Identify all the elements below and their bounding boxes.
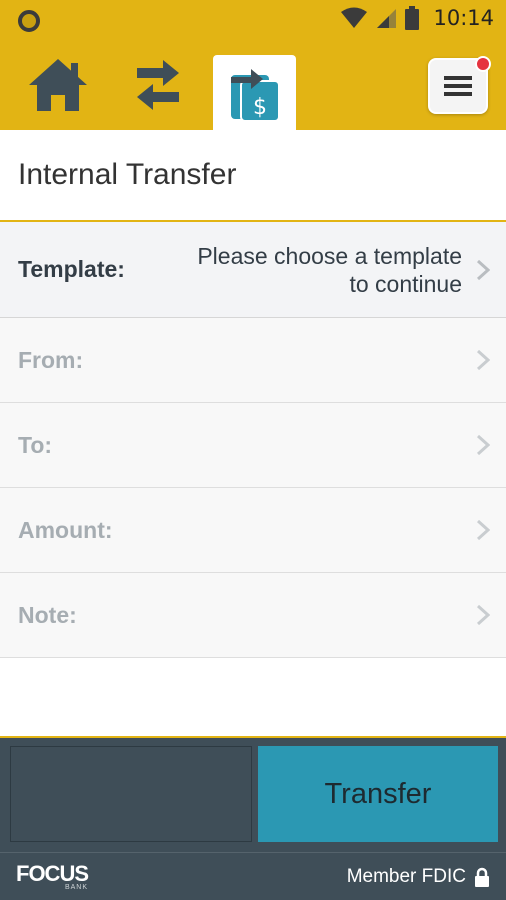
nav-transfer-button[interactable]: $ (213, 55, 296, 130)
note-label: Note: (18, 601, 77, 628)
empty-action-slot (10, 746, 252, 842)
notification-badge (475, 56, 491, 72)
wifi-icon (341, 7, 368, 28)
fdic-notice: Member FDIC (347, 866, 490, 888)
swap-arrows-icon (137, 60, 179, 110)
chevron-right-icon (476, 349, 490, 371)
nav-menu-button[interactable] (428, 56, 491, 114)
amount-label: Amount: (18, 516, 113, 543)
focus-bank-logo: FOCUS BANK (16, 860, 89, 891)
note-row[interactable]: Note: (0, 573, 506, 658)
chevron-right-icon (476, 519, 490, 541)
home-icon (29, 59, 87, 111)
top-nav: $ (0, 40, 506, 130)
lock-icon (475, 867, 489, 887)
page-title: Internal Transfer (18, 158, 237, 191)
transfer-form: Template: Please choose a template to co… (0, 222, 506, 658)
page-header: Internal Transfer (0, 130, 506, 222)
notification-status-icon (18, 10, 40, 32)
from-row[interactable]: From: (0, 318, 506, 403)
transfer-button[interactable]: Transfer (258, 746, 498, 842)
footer: FOCUS BANK Member FDIC (0, 852, 506, 900)
template-label: Template: (18, 256, 125, 282)
action-bar: Transfer (0, 736, 506, 852)
battery-icon (405, 6, 420, 30)
nav-swap-button[interactable] (118, 40, 198, 130)
template-row[interactable]: Template: Please choose a template to co… (0, 222, 506, 318)
menu-icon (444, 76, 472, 96)
chevron-right-icon (476, 604, 490, 626)
status-indicators: 10:14 (341, 6, 494, 30)
to-label: To: (18, 431, 53, 458)
chevron-right-icon (476, 259, 490, 280)
template-value-line1: Please choose a template (197, 242, 462, 269)
transfer-money-icon: $ (230, 68, 280, 121)
nav-home-button[interactable] (18, 40, 98, 130)
logo-subtext: BANK (64, 883, 88, 891)
svg-text:$: $ (253, 95, 267, 120)
template-value: Please choose a template to continue (125, 242, 476, 298)
status-time: 10:14 (433, 6, 494, 30)
to-row[interactable]: To: (0, 403, 506, 488)
fdic-text: Member FDIC (346, 865, 466, 887)
signal-icon (377, 9, 397, 28)
status-bar: 10:14 (0, 0, 506, 40)
logo-text-main: FOCUS (16, 860, 89, 886)
template-value-line2: to continue (349, 270, 462, 297)
logo-wordmark: FOCUS (16, 860, 89, 886)
amount-row[interactable]: Amount: (0, 488, 506, 573)
from-label: From: (18, 346, 84, 373)
chevron-right-icon (476, 434, 490, 456)
